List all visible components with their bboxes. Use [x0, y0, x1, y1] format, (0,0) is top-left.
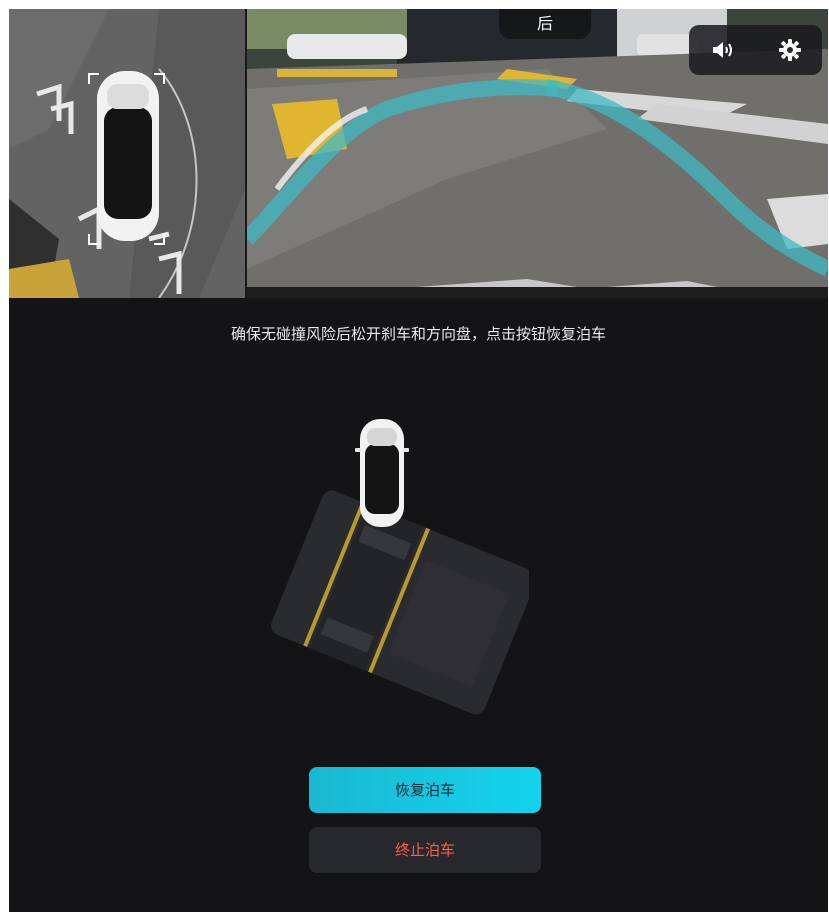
- car-icon: [355, 419, 409, 527]
- surround-view: [9, 9, 245, 298]
- parking-illustration: [271, 419, 529, 715]
- sound-button[interactable]: [697, 25, 747, 75]
- resume-parking-button[interactable]: 恢复泊车: [309, 767, 541, 813]
- camera-view-label: 后: [499, 9, 591, 39]
- camera-controls: [689, 25, 822, 75]
- surround-view-image: [9, 9, 245, 298]
- speaker-icon: [713, 42, 732, 58]
- parking-screen: 后 确保无碰撞风险后松开刹车和方向盘，点击按钮恢复泊车 恢复泊车 终止泊车: [9, 9, 828, 912]
- stop-parking-button[interactable]: 终止泊车: [309, 827, 541, 873]
- settings-button[interactable]: [765, 25, 815, 75]
- gear-icon: [779, 39, 801, 61]
- instruction-text: 确保无碰撞风险后松开刹车和方向盘，点击按钮恢复泊车: [230, 325, 606, 343]
